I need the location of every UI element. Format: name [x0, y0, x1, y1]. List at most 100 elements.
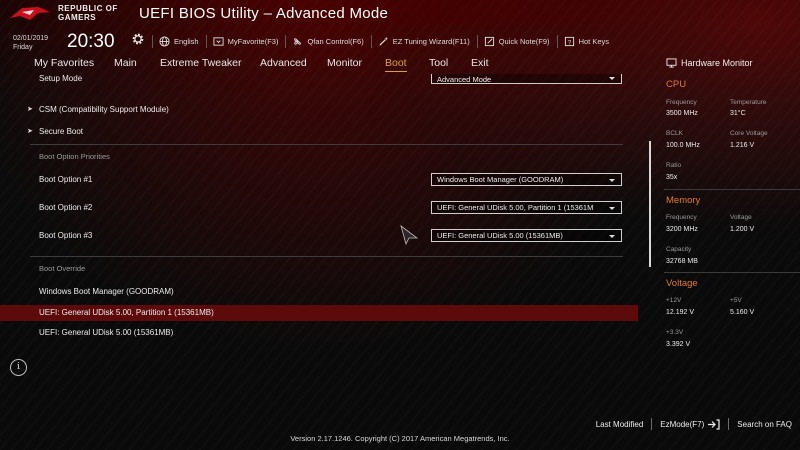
capacity-value: 32768 MB — [666, 258, 698, 265]
ez-tuning-label: EZ Tuning Wizard(F11) — [392, 36, 470, 46]
cpu-frequency-value: 3500 MHz — [666, 110, 698, 117]
rog-logo: REPUBLIC OF GAMERS — [8, 3, 128, 25]
core-voltage-value: 1.216 V — [730, 142, 755, 149]
v5-label: +5V — [730, 297, 742, 304]
boot-option-2-select[interactable]: UEFI: General UDisk 5.00, Partition 1 (1… — [431, 201, 622, 214]
setup-mode-value: Advanced Mode — [437, 75, 492, 84]
search-faq-button[interactable]: Search on FAQ — [728, 418, 800, 430]
globe-icon — [159, 35, 170, 47]
info-icon[interactable]: i — [10, 359, 27, 376]
chevron-down-icon — [609, 235, 615, 238]
tab-extreme-tweaker[interactable]: Extreme Tweaker — [160, 57, 242, 69]
boot-option-3-select[interactable]: UEFI: General UDisk 5.00 (15361MB) — [431, 229, 622, 242]
secure-boot-submenu[interactable]: Secure Boot — [39, 127, 83, 136]
clock: 20:30 — [67, 31, 115, 52]
version-text: Version 2.17.1246. Copyright (C) 2017 Am… — [290, 434, 510, 443]
v33-value: 3.392 V — [666, 341, 691, 348]
gear-icon[interactable] — [131, 32, 145, 46]
favorite-icon — [213, 36, 224, 46]
brand-line-2: GAMERS — [58, 13, 97, 22]
myfavorite-label: MyFavorite(F3) — [227, 36, 279, 46]
ezmode-label: EzMode(F7) — [660, 419, 705, 429]
boot-option-2-value: UEFI: General UDisk 5.00, Partition 1 (1… — [437, 203, 594, 212]
tab-exit[interactable]: Exit — [471, 57, 489, 69]
memory-frequency-value: 3200 MHz — [666, 226, 698, 233]
boot-override-item[interactable]: Windows Boot Manager (GOODRAM) — [39, 287, 174, 296]
divider — [664, 272, 800, 273]
csm-submenu[interactable]: CSM (Compatibility Support Module) — [39, 105, 169, 114]
tab-advanced[interactable]: Advanced — [260, 57, 307, 69]
monitor-icon — [666, 58, 677, 68]
brand-text: REPUBLIC OF GAMERS — [58, 4, 118, 22]
footer-bar: Last Modified EzMode(F7) Search on FAQ — [588, 416, 800, 432]
tab-my-favorites[interactable]: My Favorites — [34, 57, 94, 69]
v12-label: +12V — [666, 297, 682, 304]
cpu-temperature-label: Temperature — [730, 99, 767, 106]
hardware-monitor-panel: Hardware Monitor CPU Frequency Temperatu… — [660, 52, 800, 412]
date-display: 02/01/2019 Friday — [13, 34, 48, 52]
brand-line-1: REPUBLIC OF — [58, 4, 118, 13]
hardware-monitor-label: Hardware Monitor — [681, 58, 753, 68]
quick-note-button[interactable]: Quick Note(F9) — [476, 34, 557, 48]
memory-voltage-value: 1.200 V — [730, 226, 755, 233]
divider — [30, 256, 623, 257]
setup-mode-select[interactable]: Advanced Mode — [431, 74, 622, 84]
myfavorite-button[interactable]: MyFavorite(F3) — [205, 34, 286, 48]
divider — [30, 144, 623, 145]
core-voltage-label: Core Voltage — [730, 130, 768, 137]
tab-main[interactable]: Main — [114, 57, 137, 69]
boot-option-1-value: Windows Boot Manager (GOODRAM) — [437, 175, 564, 184]
boot-option-2-label: Boot Option #2 — [39, 203, 93, 212]
ez-tuning-button[interactable]: EZ Tuning Wizard(F11) — [370, 34, 477, 48]
svg-text:?: ? — [567, 39, 571, 46]
v12-value: 12.192 V — [666, 309, 695, 316]
tab-monitor[interactable]: Monitor — [327, 57, 362, 69]
hot-keys-button[interactable]: ? Hot Keys — [556, 34, 616, 48]
last-modified-label: Last Modified — [595, 419, 644, 429]
divider — [664, 189, 800, 190]
quick-note-label: Quick Note(F9) — [498, 36, 550, 46]
fan-icon — [294, 37, 302, 45]
date-text: 02/01/2019 — [13, 35, 49, 42]
boot-priorities-heading: Boot Option Priorities — [39, 152, 110, 161]
boot-settings-panel: Setup Mode Advanced Mode ➤ CSM (Compatib… — [0, 74, 640, 404]
boot-override-heading: Boot Override — [39, 264, 86, 273]
help-icon: ? — [564, 36, 574, 46]
voltage-heading: Voltage — [666, 278, 698, 289]
boot-override-item[interactable]: UEFI: General UDisk 5.00, Partition 1 (1… — [39, 308, 214, 317]
ratio-value: 35x — [666, 174, 678, 181]
tab-tool[interactable]: Tool — [429, 57, 448, 69]
tab-boot[interactable]: Boot — [385, 57, 407, 72]
memory-voltage-label: Voltage — [730, 214, 752, 221]
rog-eye-icon — [10, 7, 50, 20]
scrollbar[interactable] — [649, 141, 651, 267]
capacity-label: Capacity — [666, 246, 692, 253]
hardware-monitor-title: Hardware Monitor — [666, 58, 753, 68]
top-toolbar: English MyFavorite(F3) Qfan Control(F6) … — [152, 34, 616, 48]
memory-heading: Memory — [666, 195, 701, 206]
exit-arrow-icon — [708, 418, 720, 430]
hot-keys-label: Hot Keys — [578, 36, 609, 46]
qfan-label: Qfan Control(F6) — [307, 36, 364, 46]
v5-value: 5.160 V — [730, 309, 755, 316]
boot-option-3-value: UEFI: General UDisk 5.00 (15361MB) — [437, 231, 563, 240]
language-label: English — [174, 36, 199, 46]
ratio-label: Ratio — [666, 162, 682, 169]
app-title: UEFI BIOS Utility – Advanced Mode — [139, 5, 389, 22]
search-faq-label: Search on FAQ — [737, 419, 792, 429]
boot-option-1-select[interactable]: Windows Boot Manager (GOODRAM) — [431, 173, 622, 186]
boot-option-3-label: Boot Option #3 — [39, 231, 93, 240]
language-button[interactable]: English — [152, 34, 206, 48]
cpu-temperature-value: 31°C — [730, 110, 746, 117]
last-modified-button[interactable]: Last Modified — [588, 418, 652, 430]
ezmode-button[interactable]: EzMode(F7) — [651, 418, 728, 430]
chevron-down-icon — [609, 207, 615, 210]
boot-override-item[interactable]: UEFI: General UDisk 5.00 (15361MB) — [39, 328, 173, 337]
bclk-label: BCLK — [666, 130, 683, 137]
wizard-icon — [379, 36, 388, 46]
v33-label: +3.3V — [666, 329, 684, 336]
qfan-button[interactable]: Qfan Control(F6) — [285, 34, 370, 48]
setup-mode-label: Setup Mode — [39, 74, 83, 83]
day-text: Friday — [13, 44, 33, 51]
chevron-down-icon — [609, 77, 615, 80]
